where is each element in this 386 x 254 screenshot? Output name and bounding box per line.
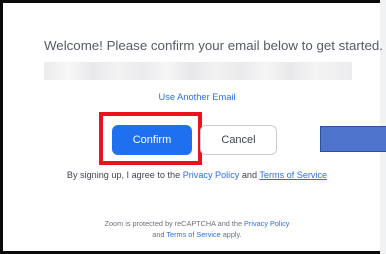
privacy-policy-link[interactable]: Privacy Policy <box>183 170 240 180</box>
recaptcha-line2-prefix: and <box>152 230 167 239</box>
background-blue-panel <box>320 126 386 152</box>
confirm-button[interactable]: Confirm <box>112 125 192 155</box>
terms-agreement: By signing up, I agree to the Privacy Po… <box>0 170 386 180</box>
recaptcha-notice: Zoom is protected by reCAPTCHA and the P… <box>0 218 386 240</box>
terms-prefix-text: By signing up, I agree to the <box>66 170 183 180</box>
cancel-button[interactable]: Cancel <box>200 125 277 155</box>
use-another-email-link-row: Use Another Email <box>0 92 386 102</box>
recaptcha-privacy-link[interactable]: Privacy Policy <box>244 219 289 228</box>
use-another-email-link[interactable]: Use Another Email <box>151 92 236 102</box>
terms-and-text: and <box>239 170 260 180</box>
recaptcha-terms-link[interactable]: Terms of Service <box>166 230 220 239</box>
email-redacted-field <box>44 62 352 80</box>
recaptcha-line1-text: Zoom is protected by reCAPTCHA and the <box>104 219 245 228</box>
terms-of-service-link[interactable]: Terms of Service <box>259 170 327 180</box>
recaptcha-line2-suffix: apply. <box>220 230 242 239</box>
confirm-button-label: Confirm <box>132 134 172 146</box>
welcome-message: Welcome! Please confirm your email below… <box>44 38 383 53</box>
cancel-button-label: Cancel <box>221 134 256 146</box>
